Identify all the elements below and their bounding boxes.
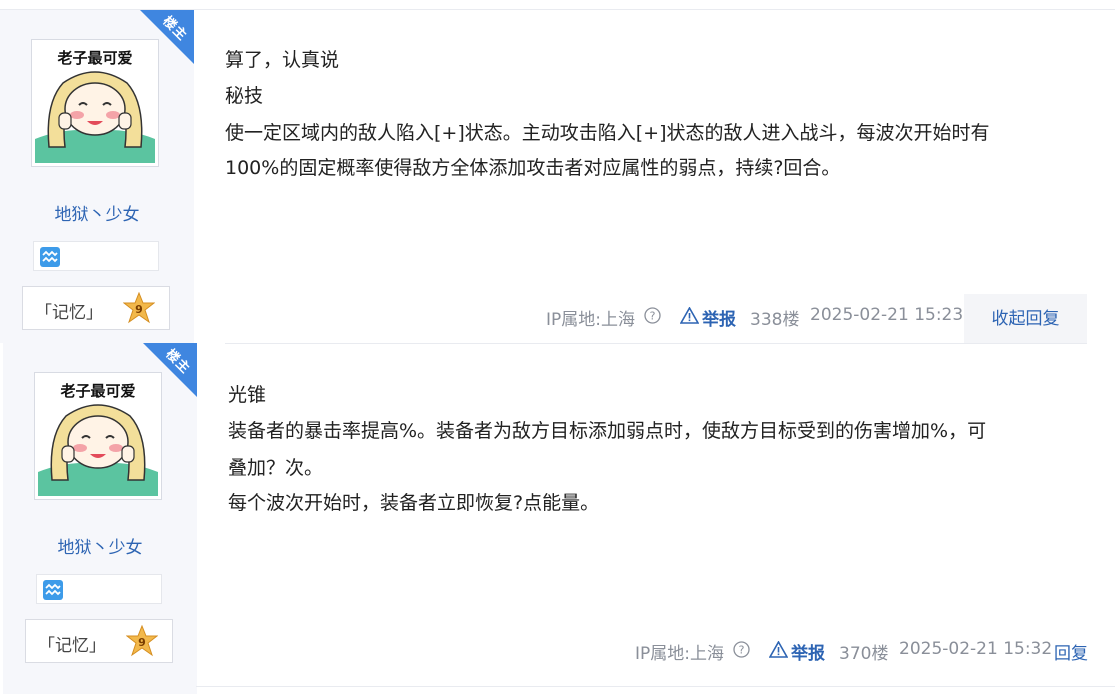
post-timestamp: 2025-02-21 15:32 bbox=[899, 639, 1053, 659]
username-link[interactable]: 地狱丶少女 bbox=[12, 200, 182, 225]
avatar[interactable]: 老子最可爱 bbox=[31, 39, 159, 167]
help-icon[interactable]: ? bbox=[644, 307, 661, 324]
ip-location: IP属地:上海 bbox=[635, 644, 724, 664]
post-338: 楼主 老子最可爱 地狱丶少女 「记忆」 9 算了，认真说 秘技 使一定区域内的敌… bbox=[0, 10, 1115, 344]
avatar-caption: 老子最可爱 bbox=[56, 49, 132, 67]
post-content-line: 光锥 bbox=[228, 384, 267, 406]
level-name: 「记忆」 bbox=[38, 636, 106, 656]
help-icon[interactable]: ? bbox=[733, 641, 750, 658]
post-content-line: 每个波次开始时，装备者立即恢复?点能量。 bbox=[228, 492, 600, 514]
level-star-icon: 9 bbox=[126, 625, 158, 657]
post-content-line: 装备者的暴击率提高%。装备者为敌方目标添加弱点时，使敌方目标受到的伤害增加%，可 bbox=[228, 420, 987, 442]
author-sidebar: 楼主 老子最可爱 地狱丶少女 「记忆」 9 bbox=[0, 10, 194, 343]
report-link[interactable]: 举报 bbox=[791, 639, 825, 664]
avatar-caption: 老子最可爱 bbox=[59, 382, 135, 400]
floor-number: 370楼 bbox=[839, 644, 889, 664]
post-timestamp: 2025-02-21 15:23 bbox=[810, 305, 964, 325]
report-link[interactable]: 举报 bbox=[702, 305, 736, 330]
level-star-icon: 9 bbox=[123, 292, 155, 324]
warning-icon[interactable] bbox=[769, 641, 788, 658]
post-content-line: 使一定区域内的敌人陷入[+]状态。主动攻击陷入[+]状态的敌人进入战斗，每波次开… bbox=[225, 122, 990, 144]
level-name: 「记忆」 bbox=[35, 303, 103, 323]
collapse-replies-button[interactable]: 收起回复 bbox=[964, 294, 1087, 344]
post-content-line: 100%的固定概率使得敌方全体添加攻击者对应属性的弱点，持续?回合。 bbox=[225, 157, 841, 179]
level-badge[interactable]: 「记忆」 9 bbox=[25, 619, 173, 663]
ip-location: IP属地:上海 bbox=[546, 310, 635, 330]
post-370: 楼主 老子最可爱 地狱丶少女 「记忆」 9 光锥 装备者的暴击率提高%。装备者为… bbox=[0, 343, 1115, 694]
avatar-image: 老子最可爱 bbox=[38, 376, 158, 496]
author-sidebar: 楼主 老子最可爱 地狱丶少女 「记忆」 9 bbox=[3, 343, 197, 694]
svg-text:?: ? bbox=[650, 310, 656, 323]
aquarius-icon[interactable] bbox=[43, 580, 63, 600]
warning-icon[interactable] bbox=[680, 307, 699, 324]
floor-number: 338楼 bbox=[750, 310, 800, 330]
level-badge[interactable]: 「记忆」 9 bbox=[22, 286, 170, 330]
post-content-line: 秘技 bbox=[225, 85, 264, 107]
post-divider bbox=[196, 686, 1115, 687]
user-icon-box bbox=[33, 241, 159, 271]
level-number: 9 bbox=[138, 636, 146, 649]
post-content-line: 算了，认真说 bbox=[225, 49, 340, 71]
username-link[interactable]: 地狱丶少女 bbox=[15, 533, 185, 558]
level-number: 9 bbox=[135, 303, 143, 316]
user-icon-box bbox=[36, 574, 162, 604]
svg-text:?: ? bbox=[739, 644, 745, 657]
aquarius-icon[interactable] bbox=[40, 247, 60, 267]
reply-button[interactable]: 回复 bbox=[1054, 639, 1088, 664]
avatar-image: 老子最可爱 bbox=[35, 43, 155, 163]
post-content-line: 叠加？次。 bbox=[228, 457, 324, 479]
avatar[interactable]: 老子最可爱 bbox=[34, 372, 162, 500]
